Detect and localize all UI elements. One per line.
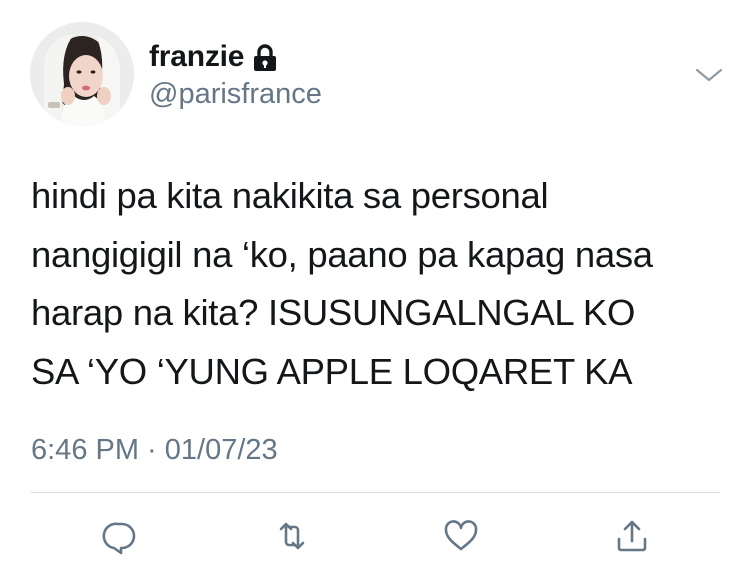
like-button[interactable]: [439, 514, 483, 558]
avatar-image: [30, 22, 134, 126]
tweet-text-line: harap na kita? ISUSUNGALNGAL KO: [31, 292, 636, 333]
tweet-text: hindi pa kita nakikita sa personal nangi…: [31, 167, 731, 401]
retweet-button[interactable]: [270, 514, 314, 558]
reply-button[interactable]: [98, 514, 142, 558]
share-icon: [617, 520, 647, 552]
tweet-text-line: nangigigil na ‘ko, paano pa kapag nasa: [31, 233, 653, 275]
heart-icon: [444, 520, 478, 551]
tweet-text-line: SA ‘YO ‘YUNG APPLE LOQARET KA: [31, 350, 633, 392]
lock-icon: [252, 44, 278, 72]
avatar[interactable]: [30, 22, 134, 126]
retweet-icon: [279, 522, 305, 550]
display-name[interactable]: franzie: [149, 40, 244, 74]
author-handle[interactable]: @parisfrance: [149, 78, 322, 111]
tweet-text-line: hindi pa kita nakikita sa personal: [31, 175, 549, 216]
tweet: franzie @parisfrance hindi pa kita nakik…: [0, 0, 750, 581]
author-row: franzie: [149, 40, 278, 74]
divider: [31, 492, 720, 493]
reply-icon: [102, 522, 136, 555]
chevron-down-icon[interactable]: [694, 64, 724, 86]
timestamp[interactable]: 6:46 PM · 01/07/23: [31, 434, 278, 467]
share-button[interactable]: [610, 514, 654, 558]
